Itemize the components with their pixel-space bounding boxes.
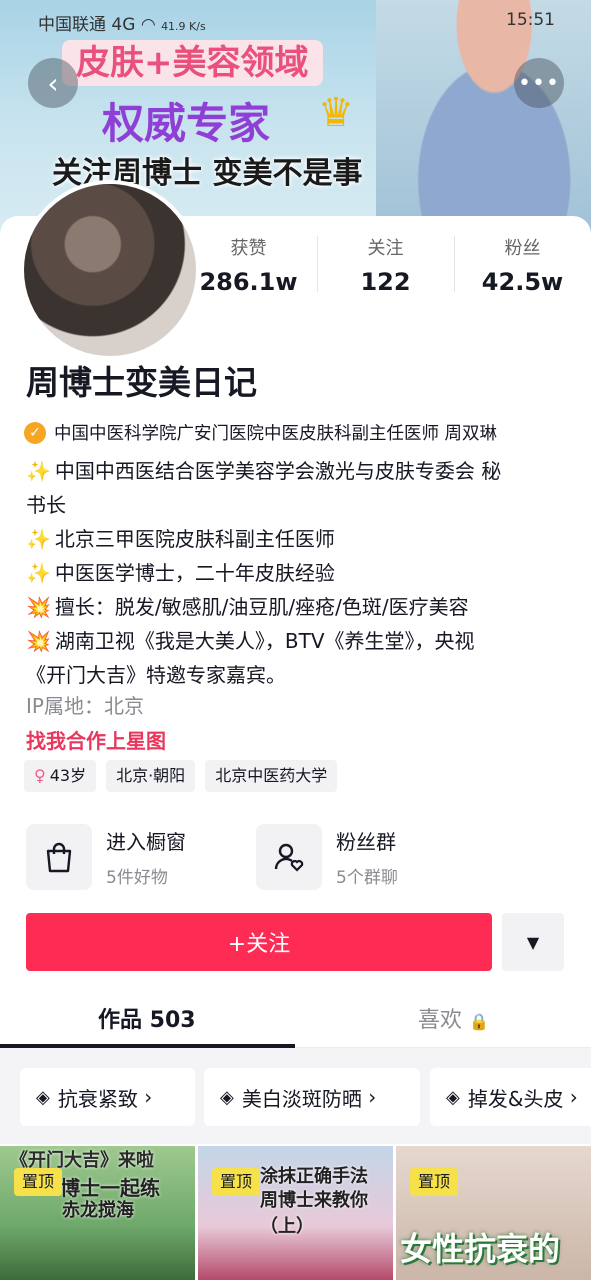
- cooperation-link[interactable]: 找我合作上星图: [26, 725, 166, 754]
- banner-headline: 皮肤+美容领域: [62, 40, 323, 86]
- verified-check-icon: ✓: [24, 421, 46, 444]
- chevron-left-icon: ‹: [47, 66, 59, 100]
- lock-icon: 🔒: [469, 1012, 489, 1031]
- verification-row: ✓ 中国中医科学院广安门医院中医皮肤科副主任医师 周双琳: [24, 420, 497, 445]
- collection-chip[interactable]: ◈ 美白淡斑防晒 ›: [204, 1068, 420, 1126]
- stat-label: 关注: [367, 238, 404, 259]
- layers-icon: ◈: [220, 1086, 234, 1108]
- clock: 15:51: [506, 10, 555, 30]
- layers-icon: ◈: [446, 1086, 460, 1108]
- bio-line: 《开门大吉》特邀专家嘉宾。: [26, 663, 286, 687]
- tab-works[interactable]: 作品 503: [98, 1002, 196, 1034]
- video-thumbnail[interactable]: 涂抹正确手法 周博士来教你（上） 置顶: [198, 1146, 393, 1280]
- stat-following[interactable]: 关注 122: [317, 232, 454, 302]
- stat-label: 粉丝: [504, 238, 541, 259]
- bio-line: 💥 擅长：脱发/敏感肌/油豆肌/痤疮/色斑/医疗美容: [26, 595, 469, 619]
- follow-button[interactable]: +关注: [26, 913, 492, 971]
- triangle-down-icon: ▼: [526, 932, 540, 952]
- shop-subtitle: 5件好物: [106, 868, 168, 888]
- bio-line: ✨ 北京三甲医院皮肤科副主任医师: [26, 527, 335, 551]
- stat-value: 286.1w: [199, 268, 298, 296]
- stat-value: 122: [360, 268, 411, 296]
- stat-label: 获赞: [230, 238, 267, 259]
- pinned-badge: 置顶: [14, 1168, 63, 1196]
- tab-likes[interactable]: 喜欢 🔒: [418, 1002, 489, 1034]
- crown-icon: ♛: [318, 90, 354, 136]
- collection-chip[interactable]: ◈ 抗衰紧致 ›: [20, 1068, 195, 1126]
- burst-icon: 💥: [26, 629, 51, 653]
- collections-bar: ◈ 抗衰紧致 › ◈ 美白淡斑防晒 › ◈ 掉发&头皮 ›: [0, 1048, 591, 1144]
- more-options-button[interactable]: •••: [514, 58, 564, 108]
- pinned-badge: 置顶: [410, 1168, 459, 1196]
- video-thumbnail[interactable]: 《开门大吉》来啦 博士一起练 赤龙搅海 置顶: [0, 1146, 195, 1280]
- more-dots-icon: •••: [518, 70, 560, 96]
- avatar[interactable]: [24, 184, 196, 356]
- back-button[interactable]: ‹: [28, 58, 78, 108]
- sparkle-icon: ✨: [26, 459, 51, 483]
- sparkle-icon: ✨: [26, 527, 51, 551]
- bio-line: ✨ 中国中西医结合医学美容学会激光与皮肤专委会 秘: [26, 459, 502, 483]
- shop-title: 进入橱窗: [106, 830, 186, 854]
- verification-text: 中国中医科学院广安门医院中医皮肤科副主任医师 周双琳: [54, 424, 498, 444]
- female-icon: ♀: [34, 766, 46, 785]
- tag-age: ♀ 43岁: [24, 760, 97, 792]
- fans-subtitle: 5个群聊: [336, 868, 398, 888]
- fan-group-entry[interactable]: 粉丝群 5个群聊: [256, 824, 398, 890]
- bio-line: ✨ 中医医学博士，二十年皮肤经验: [26, 561, 335, 585]
- fan-group-icon: [256, 824, 322, 890]
- bio-line: 书长: [26, 493, 66, 517]
- shop-window-entry[interactable]: 进入橱窗 5件好物: [26, 824, 186, 890]
- stat-likes[interactable]: 获赞 286.1w: [180, 232, 317, 302]
- tag-school: 北京中医药大学: [205, 760, 338, 792]
- stat-value: 42.5w: [481, 268, 564, 296]
- fans-title: 粉丝群: [336, 830, 396, 854]
- bio-line: 💥 湖南卫视《我是大美人》，BTV《养生堂》，央视: [26, 629, 475, 653]
- collection-chip[interactable]: ◈ 掉发&头皮 ›: [430, 1068, 591, 1126]
- sparkle-icon: ✨: [26, 561, 51, 585]
- burst-icon: 💥: [26, 595, 51, 619]
- video-grid: 《开门大吉》来啦 博士一起练 赤龙搅海 置顶 涂抹正确手法 周博士来教你（上） …: [0, 1146, 591, 1280]
- status-bar: 中国联通 4G ◠ 41.9 K/s 15:51: [0, 0, 591, 44]
- carrier-label: 中国联通 4G ◠ 41.9 K/s: [38, 15, 206, 35]
- stat-followers[interactable]: 粉丝 42.5w: [454, 232, 591, 302]
- banner-title: 权威专家: [102, 99, 271, 148]
- profile-name: 周博士变美日记: [26, 363, 257, 402]
- ip-location: IP属地：北京: [26, 694, 144, 718]
- profile-tags: ♀ 43岁 北京·朝阳 北京中医药大学: [24, 760, 338, 792]
- pinned-badge: 置顶: [212, 1168, 261, 1196]
- shopping-bag-icon: [26, 824, 92, 890]
- wifi-icon: ◠: [140, 15, 156, 35]
- profile-bio: ✨ 中国中西医结合医学美容学会激光与皮肤专委会 秘 书长 ✨ 北京三甲医院皮肤科副主…: [26, 454, 574, 692]
- tag-location: 北京·朝阳: [106, 760, 196, 792]
- content-tabs: 作品 503 喜欢 🔒: [0, 992, 591, 1048]
- expand-button[interactable]: ▼: [502, 913, 564, 971]
- stats-row: 获赞 286.1w 关注 122 粉丝 42.5w: [180, 232, 591, 302]
- layers-icon: ◈: [36, 1086, 50, 1108]
- video-thumbnail[interactable]: 女性抗衰的 置顶: [396, 1146, 591, 1280]
